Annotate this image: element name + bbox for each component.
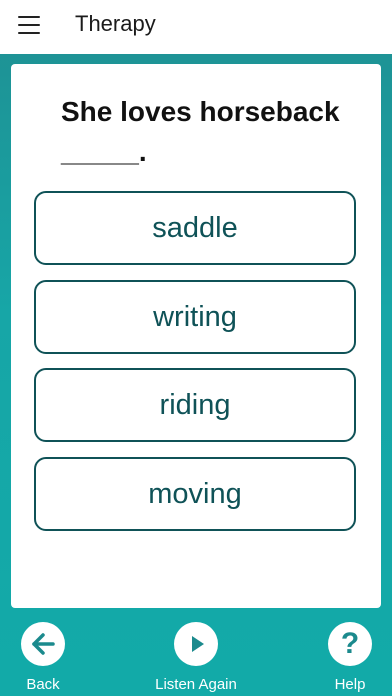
app-bar: Therapy xyxy=(0,0,392,54)
answer-option-writing[interactable]: writing xyxy=(34,280,356,354)
menu-line xyxy=(18,16,40,18)
arrow-left-icon[interactable] xyxy=(21,622,65,666)
play-icon[interactable] xyxy=(174,622,218,666)
answer-option-riding[interactable]: riding xyxy=(34,368,356,442)
answer-option-moving[interactable]: moving xyxy=(34,457,356,531)
menu-line xyxy=(18,24,40,26)
page-title: Therapy xyxy=(75,11,156,36)
question-prompt: She loves horseback _____. xyxy=(61,96,340,167)
hamburger-menu-icon[interactable] xyxy=(18,16,40,34)
help-button[interactable]: ? Help xyxy=(328,614,372,693)
back-button[interactable]: Back xyxy=(21,614,65,693)
question-card: She loves horseback _____. saddle writin… xyxy=(11,64,381,608)
help-label: Help xyxy=(334,676,366,693)
menu-line xyxy=(18,32,40,34)
question-mark-icon[interactable]: ? xyxy=(328,622,372,666)
back-label: Back xyxy=(26,676,60,693)
listen-again-label: Listen Again xyxy=(155,676,237,693)
listen-again-button[interactable]: Listen Again xyxy=(146,614,246,693)
answer-option-saddle[interactable]: saddle xyxy=(34,191,356,265)
bottom-nav: Back Listen Again ? Help xyxy=(0,614,392,696)
